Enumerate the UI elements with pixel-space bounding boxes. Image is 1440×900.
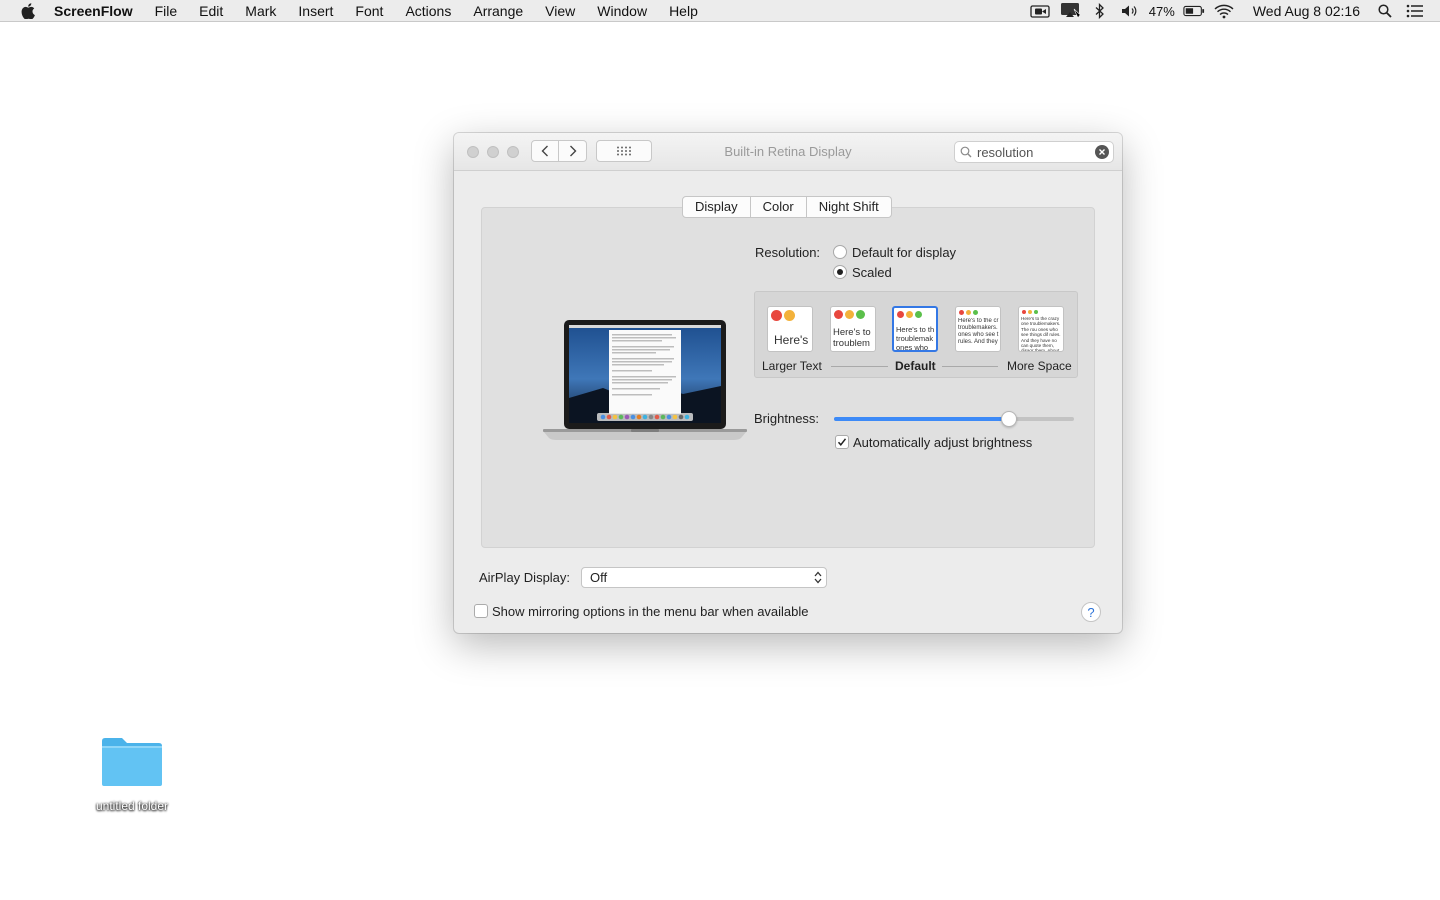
- battery-icon[interactable]: [1183, 0, 1205, 22]
- default-for-display-radio[interactable]: [833, 245, 847, 259]
- checkmark-icon: [837, 438, 847, 446]
- tab-color[interactable]: Color: [750, 196, 807, 218]
- menu-insert[interactable]: Insert: [287, 0, 344, 22]
- display-tab-panel: Resolution: Default for display Scaled H…: [481, 207, 1095, 548]
- mirroring-options-checkbox[interactable]: [474, 604, 488, 618]
- menu-app-name[interactable]: ScreenFlow: [52, 0, 144, 22]
- brightness-label: Brightness:: [754, 411, 820, 426]
- menu-mark[interactable]: Mark: [234, 0, 287, 22]
- menu-actions[interactable]: Actions: [394, 0, 462, 22]
- search-icon: [960, 146, 972, 158]
- brightness-slider-knob[interactable]: [1001, 411, 1018, 427]
- scale-option-2[interactable]: Here's to troublem: [830, 306, 876, 352]
- scale-divider: [831, 366, 888, 367]
- more-space-label: More Space: [1007, 359, 1072, 373]
- select-arrows-icon: [814, 571, 822, 584]
- help-button[interactable]: ?: [1081, 602, 1101, 622]
- search-input[interactable]: [977, 144, 1087, 160]
- menu-view[interactable]: View: [534, 0, 586, 22]
- mirroring-options-label[interactable]: Show mirroring options in the menu bar w…: [492, 604, 809, 619]
- thumb-text: Here's: [774, 333, 809, 347]
- menu-file[interactable]: File: [144, 0, 189, 22]
- preference-tabs: Display Color Night Shift: [682, 196, 892, 218]
- auto-brightness-checkbox[interactable]: [835, 435, 849, 449]
- scale-divider: [942, 366, 998, 367]
- menu-clock[interactable]: Wed Aug 8 02:16: [1253, 3, 1360, 19]
- clear-search-icon[interactable]: [1095, 145, 1109, 159]
- folder-icon[interactable]: [100, 737, 164, 787]
- default-scale-label: Default: [895, 359, 936, 373]
- scale-option-larger-text[interactable]: Here's: [767, 306, 813, 352]
- scaled-resolution-picker: Here's Here's to troublem Here's to th t…: [754, 291, 1078, 378]
- search-field[interactable]: [954, 141, 1114, 163]
- airplay-display-icon[interactable]: [1059, 0, 1081, 22]
- menu-window[interactable]: Window: [586, 0, 658, 22]
- battery-percent: 47%: [1148, 3, 1175, 19]
- brightness-slider-fill: [834, 417, 1010, 421]
- tab-display[interactable]: Display: [682, 196, 751, 218]
- thumb-text: Here's to the cr troublemakers. ones who…: [958, 318, 999, 345]
- menu-font[interactable]: Font: [344, 0, 394, 22]
- scaled-label[interactable]: Scaled: [852, 265, 892, 280]
- spotlight-search-icon[interactable]: [1374, 0, 1396, 22]
- tab-night-shift[interactable]: Night Shift: [806, 196, 892, 218]
- display-preferences-window: Built-in Retina Display Display Color Ni…: [454, 133, 1122, 633]
- menu-arrange[interactable]: Arrange: [462, 0, 534, 22]
- thumb-text: Here's to troublem: [833, 327, 871, 349]
- auto-brightness-label[interactable]: Automatically adjust brightness: [853, 435, 1032, 450]
- wifi-icon[interactable]: [1213, 0, 1235, 22]
- menu-edit[interactable]: Edit: [188, 0, 234, 22]
- laptop-preview-image: [543, 320, 747, 440]
- thumb-text: Here's to th troublemak ones who: [896, 325, 935, 352]
- folder-label[interactable]: untitled folder: [80, 799, 184, 813]
- scale-option-default[interactable]: Here's to th troublemak ones who: [892, 306, 938, 352]
- airplay-display-label: AirPlay Display:: [479, 570, 571, 585]
- scaled-radio[interactable]: [833, 265, 847, 279]
- scale-option-more-space[interactable]: Here's to the crazy one troublemakers. T…: [1018, 306, 1064, 352]
- menu-help[interactable]: Help: [658, 0, 709, 22]
- apple-menu-icon[interactable]: [18, 1, 38, 21]
- window-titlebar[interactable]: Built-in Retina Display: [454, 133, 1122, 171]
- scale-option-4[interactable]: Here's to the cr troublemakers. ones who…: [955, 306, 1001, 352]
- volume-icon[interactable]: [1119, 0, 1141, 22]
- default-for-display-label[interactable]: Default for display: [852, 245, 956, 260]
- notification-center-icon[interactable]: [1404, 0, 1426, 22]
- thumb-text: Here's to the crazy one troublemakers. T…: [1021, 316, 1061, 352]
- screen-recording-icon[interactable]: [1029, 0, 1051, 22]
- airplay-display-select[interactable]: Off: [581, 567, 827, 588]
- airplay-display-value: Off: [590, 570, 608, 585]
- bluetooth-icon[interactable]: [1089, 0, 1111, 22]
- resolution-label: Resolution:: [755, 245, 821, 260]
- menu-bar: ScreenFlow File Edit Mark Insert Font Ac…: [0, 0, 1440, 22]
- larger-text-label: Larger Text: [762, 359, 822, 373]
- brightness-slider[interactable]: [834, 411, 1074, 427]
